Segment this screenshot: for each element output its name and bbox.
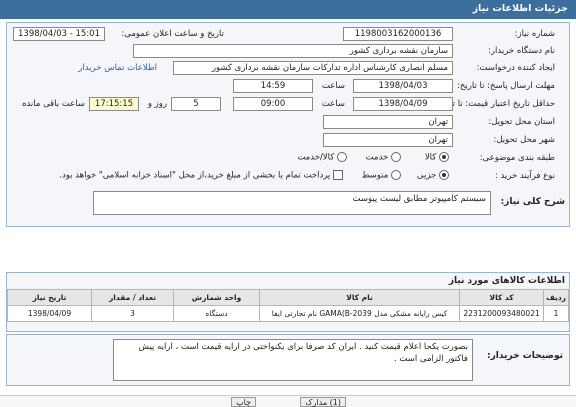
footer-bar [0, 395, 576, 407]
province-field: تهران [323, 115, 453, 129]
cell-goods-code: 2231200093480021 [459, 305, 545, 322]
cell-row-number: 1 [543, 305, 569, 322]
province-label: استان محل تحویل: [488, 117, 555, 127]
radio-selected-icon[interactable] [439, 170, 449, 180]
category-option-service-label: خدمت [365, 152, 389, 163]
radio-icon[interactable] [337, 152, 347, 162]
treasury-payment-option[interactable]: پرداخت تمام یا بخشی از مبلغ خرید،از محل … [59, 170, 343, 181]
city-field: تهران [323, 133, 453, 147]
page-header: جزئیات اطلاعات نیاز [0, 0, 576, 19]
creator-field: مسلم انصاری کارشناس اداره تدارکات سازمان… [173, 61, 453, 75]
need-number-label: شماره نیاز: [514, 29, 555, 39]
process-option-medium-label: متوسط [361, 170, 389, 181]
remaining-label: ساعت باقی مانده [21, 99, 85, 109]
buyer-notes-label: توضیحات خریدار: [487, 351, 563, 361]
need-number-field: 1198003162000136 [343, 27, 453, 41]
process-option-minor-label: جزیی [416, 170, 437, 181]
goods-section-title: اطلاعات کالاهای مورد نیاز [448, 276, 565, 286]
category-option-service[interactable]: خدمت [366, 152, 401, 163]
col-row-number: ردیف [543, 289, 569, 306]
deadline-label: مهلت ارسال پاسخ: تا تاریخ: [457, 81, 555, 91]
city-label: شهر محل تحویل: [493, 135, 555, 145]
cell-goods-name: کیس رایانه مشکی مدل GAMA(B-2039 نام تجار… [258, 305, 461, 322]
col-goods-code: کد کالا [459, 289, 545, 306]
col-unit: واحد شمارش [173, 289, 260, 306]
cell-need-date: 1398/04/09 [7, 305, 92, 322]
validity-time-label: ساعت [321, 99, 345, 109]
contact-buyer-link[interactable]: اطلاعات تماس خریدار [78, 63, 157, 73]
category-label: طبقه بندی موضوعی: [479, 153, 555, 163]
remaining-time-field: 17:15:15 [89, 97, 139, 111]
radio-icon[interactable] [391, 170, 401, 180]
process-option-medium[interactable]: متوسط [362, 170, 401, 181]
col-need-date: تاریخ نیاز [7, 289, 92, 306]
need-summary-field: سیستم کامپیوتر مطابق لیست پیوست [93, 191, 491, 215]
goods-table-header: ردیف کد کالا نام کالا واحد شمارش تعداد /… [7, 289, 569, 306]
goods-section: اطلاعات کالاهای مورد نیاز ردیف کد کالا ن… [6, 272, 570, 332]
radio-icon[interactable] [391, 152, 401, 162]
table-row: 1 2231200093480021 کیس رایانه مشکی مدل G… [7, 305, 569, 322]
col-goods-name: نام کالا [258, 289, 461, 306]
buyer-notes-section: توضیحات خریدار: بصورت یکجا اعلام قیمت کن… [6, 334, 570, 386]
attachments-button[interactable]: (1) مدارک [300, 397, 346, 407]
col-quantity: تعداد / مقدار [91, 289, 174, 306]
announce-label: تاریخ و ساعت اعلان عمومی: [121, 29, 224, 39]
radio-selected-icon[interactable] [439, 152, 449, 162]
need-summary-label: شرح کلی نیاز: [500, 197, 565, 207]
category-option-goods[interactable]: کالا [425, 152, 449, 163]
validity-time-field: 09:00 [233, 97, 313, 111]
deadline-date-field: 1398/04/03 [353, 79, 453, 93]
creator-label: ایجاد کننده درخواست: [476, 63, 555, 73]
checkbox-icon[interactable] [333, 170, 343, 180]
category-option-both-label: کالا/خدمت [297, 152, 335, 163]
validity-label: حداقل تاریخ اعتبار قیمت: تا تاریخ: [435, 99, 555, 109]
cell-quantity: 3 [91, 305, 174, 322]
print-button[interactable]: چاپ [231, 397, 256, 407]
category-option-both[interactable]: کالا/خدمت [297, 152, 347, 163]
cell-unit: دستگاه [173, 305, 260, 322]
category-option-goods-label: کالا [424, 152, 437, 163]
process-option-minor[interactable]: جزیی [417, 170, 449, 181]
goods-table: ردیف کد کالا نام کالا واحد شمارش تعداد /… [7, 289, 569, 322]
treasury-payment-note: پرداخت تمام یا بخشی از مبلغ خرید،از محل … [59, 170, 331, 181]
process-label: نوع فرآیند خرید : [494, 171, 555, 181]
buyer-org-label: نام دستگاه خریدار: [488, 46, 555, 56]
validity-date-field: 1398/04/09 [353, 97, 453, 111]
days-label: روز و [147, 99, 167, 109]
days-field: 5 [171, 97, 221, 111]
deadline-time-label: ساعت [321, 81, 345, 91]
buyer-notes-field: بصورت یکجا اعلام قیمت کنید . ایران کد صر… [113, 339, 473, 381]
need-details-panel: شماره نیاز: 1198003162000136 تاریخ و ساع… [6, 22, 570, 227]
buyer-org-field: سازمان نقشه برداری کشور [133, 44, 453, 58]
deadline-time-field: 14:59 [233, 79, 313, 93]
announce-field: 1398/04/03 - 15:01 [13, 27, 105, 41]
